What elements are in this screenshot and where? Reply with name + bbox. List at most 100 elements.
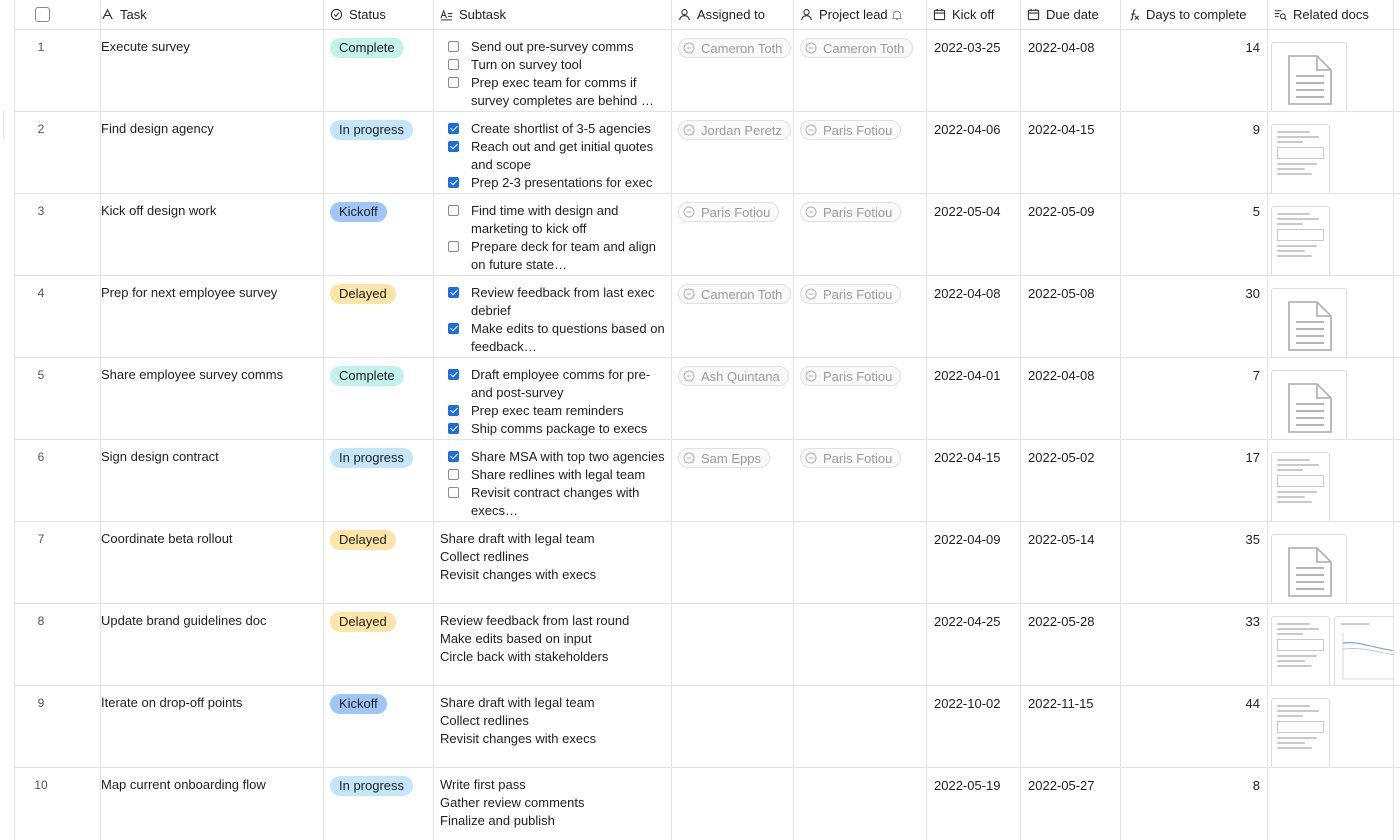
assigned-cell[interactable]: Ash Quintana	[672, 358, 794, 439]
table-row[interactable]: 2 Find design agency In progress Create …	[15, 112, 1400, 194]
row-number-cell[interactable]: 8	[15, 604, 101, 685]
assigned-cell[interactable]	[672, 522, 794, 603]
column-header-kickoff[interactable]: Kick off	[927, 0, 1021, 29]
kickoff-cell[interactable]: 2022-04-06	[927, 112, 1021, 193]
docs-cell[interactable]	[1268, 440, 1394, 521]
subtask-checkbox[interactable]	[448, 41, 459, 52]
document-thumbnail[interactable]	[1271, 452, 1330, 521]
task-cell[interactable]: Iterate on drop-off points	[101, 686, 324, 767]
docs-cell[interactable]	[1268, 194, 1394, 275]
days-cell[interactable]: 9	[1121, 112, 1268, 193]
row-number-cell[interactable]: 6	[15, 440, 101, 521]
lead-cell[interactable]: Paris Fotiou	[794, 194, 927, 275]
subtask-cell[interactable]: Share draft with legal team Collect redl…	[434, 686, 672, 767]
table-row[interactable]: 3 Kick off design work Kickoff Find time…	[15, 194, 1400, 276]
subtask-checkbox[interactable]	[448, 469, 459, 480]
subtask-cell[interactable]: Review feedback from last round Make edi…	[434, 604, 672, 685]
table-row[interactable]: 6 Sign design contract In progress Share…	[15, 440, 1400, 522]
task-cell[interactable]: Prep for next employee survey	[101, 276, 324, 357]
document-thumbnail[interactable]	[1271, 288, 1347, 357]
kickoff-cell[interactable]: 2022-04-09	[927, 522, 1021, 603]
table-row[interactable]: 7 Coordinate beta rollout Delayed Share …	[15, 522, 1400, 604]
table-row[interactable]: 4 Prep for next employee survey Delayed …	[15, 276, 1400, 358]
status-cell[interactable]: Delayed	[324, 604, 434, 685]
subtask-cell[interactable]: Create shortlist of 3-5 agencies Reach o…	[434, 112, 672, 193]
lead-chip[interactable]: Cameron Toth	[800, 38, 914, 58]
due-cell[interactable]: 2022-05-09	[1021, 194, 1121, 275]
lead-chip[interactable]: Paris Fotiou	[800, 202, 902, 222]
status-cell[interactable]: Kickoff	[324, 194, 434, 275]
kickoff-cell[interactable]: 2022-05-19	[927, 768, 1021, 840]
column-header-assigned[interactable]: Assigned to	[672, 0, 794, 29]
subtask-checkbox[interactable]	[448, 423, 459, 434]
subtask-checkbox[interactable]	[448, 205, 459, 216]
days-cell[interactable]: 35	[1121, 522, 1268, 603]
assignee-chip[interactable]: Sam Epps	[678, 448, 770, 468]
subtask-cell[interactable]: Send out pre-survey comms Turn on survey…	[434, 30, 672, 111]
kickoff-cell[interactable]: 2022-04-08	[927, 276, 1021, 357]
document-thumbnail[interactable]	[1271, 698, 1330, 767]
row-number-cell[interactable]: 3	[15, 194, 101, 275]
status-cell[interactable]: Complete	[324, 358, 434, 439]
kickoff-cell[interactable]: 2022-04-15	[927, 440, 1021, 521]
task-cell[interactable]: Execute survey	[101, 30, 324, 111]
row-number-cell[interactable]: 1	[15, 30, 101, 111]
document-thumbnail[interactable]	[1271, 124, 1330, 193]
due-cell[interactable]: 2022-04-08	[1021, 358, 1121, 439]
due-cell[interactable]: 2022-05-08	[1021, 276, 1121, 357]
task-cell[interactable]: Sign design contract	[101, 440, 324, 521]
lead-chip[interactable]: Paris Fotiou	[800, 120, 902, 140]
row-number-cell[interactable]: 2	[15, 112, 101, 193]
status-cell[interactable]: In progress	[324, 112, 434, 193]
docs-cell[interactable]	[1268, 112, 1394, 193]
subtask-checkbox[interactable]	[448, 177, 459, 188]
subtask-checkbox[interactable]	[448, 59, 459, 70]
row-number-cell[interactable]: 10	[15, 768, 101, 840]
select-all-checkbox[interactable]	[35, 7, 50, 22]
lead-cell[interactable]: Cameron Toth	[794, 30, 927, 111]
task-cell[interactable]: Share employee survey comms	[101, 358, 324, 439]
assigned-cell[interactable]: Sam Epps	[672, 440, 794, 521]
row-number-cell[interactable]: 4	[15, 276, 101, 357]
bell-icon[interactable]	[891, 9, 903, 21]
table-row[interactable]: 8 Update brand guidelines doc Delayed Re…	[15, 604, 1400, 686]
docs-cell[interactable]	[1268, 276, 1394, 357]
docs-cell[interactable]	[1268, 686, 1394, 767]
column-header-docs[interactable]: Related docs	[1268, 0, 1394, 29]
assignee-chip[interactable]: Paris Fotiou	[678, 202, 780, 222]
assigned-cell[interactable]: Cameron Toth	[672, 30, 794, 111]
lead-cell[interactable]: Paris Fotiou	[794, 276, 927, 357]
assignee-chip[interactable]: Cameron Toth	[678, 284, 792, 304]
docs-cell[interactable]	[1268, 768, 1394, 840]
subtask-checkbox[interactable]	[448, 123, 459, 134]
due-cell[interactable]: 2022-11-15	[1021, 686, 1121, 767]
subtask-cell[interactable]: Draft employee comms for pre- and post-s…	[434, 358, 672, 439]
lead-cell[interactable]: Paris Fotiou	[794, 440, 927, 521]
days-cell[interactable]: 17	[1121, 440, 1268, 521]
days-cell[interactable]: 30	[1121, 276, 1268, 357]
due-cell[interactable]: 2022-05-02	[1021, 440, 1121, 521]
days-cell[interactable]: 5	[1121, 194, 1268, 275]
assigned-cell[interactable]: Jordan Peretz	[672, 112, 794, 193]
kickoff-cell[interactable]: 2022-10-02	[927, 686, 1021, 767]
status-cell[interactable]: Delayed	[324, 522, 434, 603]
subtask-cell[interactable]: Share draft with legal team Collect redl…	[434, 522, 672, 603]
subtask-checkbox[interactable]	[448, 141, 459, 152]
subtask-checkbox[interactable]	[448, 77, 459, 88]
docs-cell[interactable]	[1268, 358, 1394, 439]
table-row[interactable]: 10 Map current onboarding flow In progre…	[15, 768, 1400, 840]
subtask-checkbox[interactable]	[448, 487, 459, 498]
lead-cell[interactable]	[794, 604, 927, 685]
column-header-task[interactable]: Task	[101, 0, 324, 29]
docs-cell[interactable]	[1268, 604, 1394, 685]
due-cell[interactable]: 2022-05-28	[1021, 604, 1121, 685]
task-cell[interactable]: Find design agency	[101, 112, 324, 193]
kickoff-cell[interactable]: 2022-05-04	[927, 194, 1021, 275]
subtask-checkbox[interactable]	[448, 287, 459, 298]
status-cell[interactable]: In progress	[324, 440, 434, 521]
assigned-cell[interactable]: Cameron Toth	[672, 276, 794, 357]
kickoff-cell[interactable]: 2022-03-25	[927, 30, 1021, 111]
subtask-cell[interactable]: Share MSA with top two agencies Share re…	[434, 440, 672, 521]
lead-chip[interactable]: Paris Fotiou	[800, 284, 902, 304]
due-cell[interactable]: 2022-04-15	[1021, 112, 1121, 193]
